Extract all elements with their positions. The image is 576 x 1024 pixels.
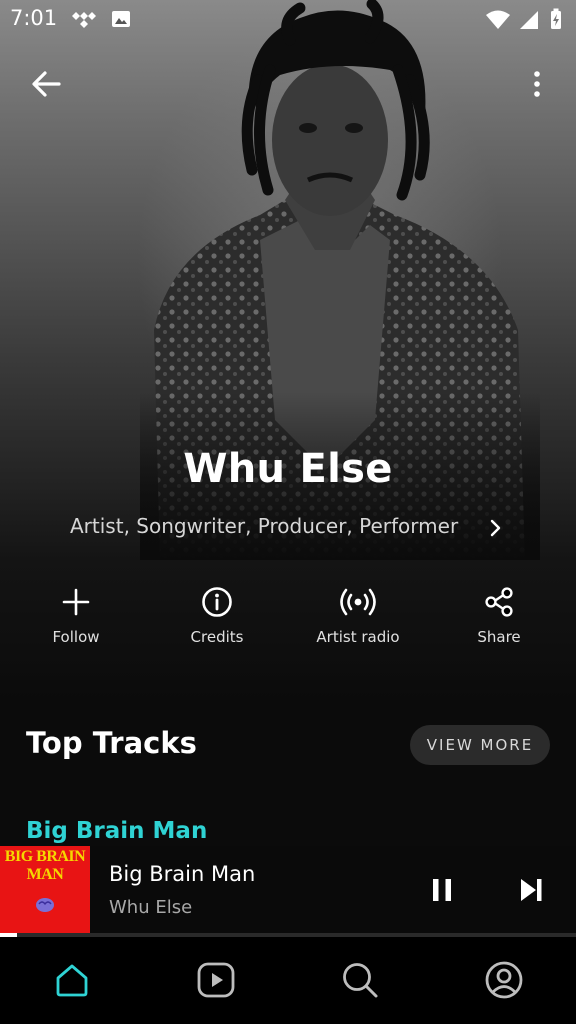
artist-roles-link[interactable]: Artist, Songwriter, Producer, Performer xyxy=(70,514,510,544)
follow-label: Follow xyxy=(52,628,100,646)
now-playing-title: Big Brain Man xyxy=(109,862,256,886)
nav-videos[interactable] xyxy=(191,957,241,1003)
skip-next-icon xyxy=(521,879,542,901)
share-button[interactable]: Share xyxy=(439,584,559,654)
more-options-button[interactable] xyxy=(520,64,554,104)
videos-icon xyxy=(197,962,235,998)
profile-icon xyxy=(485,961,523,999)
pause-icon xyxy=(433,879,451,901)
chevron-right-icon xyxy=(490,519,501,537)
radio-icon xyxy=(340,588,376,616)
status-bar: 7:01 xyxy=(0,0,576,40)
status-left-icons xyxy=(72,10,131,32)
nav-home[interactable] xyxy=(47,957,97,1003)
pause-button[interactable] xyxy=(426,874,458,906)
search-icon xyxy=(343,963,378,998)
status-time: 7:01 xyxy=(10,6,58,30)
follow-button[interactable]: Follow xyxy=(16,584,136,654)
brain-icon xyxy=(36,898,54,912)
credits-label: Credits xyxy=(190,628,244,646)
more-vertical-icon xyxy=(534,71,540,97)
album-art-text: BIG BRAIN MAN xyxy=(4,848,86,883)
share-icon xyxy=(485,587,513,617)
artist-radio-button[interactable]: Artist radio xyxy=(298,584,418,654)
credits-button[interactable]: Credits xyxy=(157,584,277,654)
artist-actions: Follow Credits Artist radio Share xyxy=(0,584,576,654)
battery-charging-icon xyxy=(551,8,561,29)
bottom-navigation xyxy=(0,937,576,1024)
status-right-icons xyxy=(485,8,562,34)
wifi-icon xyxy=(485,10,510,29)
home-icon xyxy=(56,964,88,997)
album-art: BIG BRAIN MAN xyxy=(0,846,90,934)
track-title[interactable]: Big Brain Man xyxy=(26,818,207,844)
artist-roles: Artist, Songwriter, Producer, Performer xyxy=(70,514,459,538)
top-tracks-heading: Top Tracks xyxy=(26,726,197,760)
signal-icon xyxy=(519,11,538,29)
image-icon xyxy=(112,11,131,27)
arrow-left-icon xyxy=(32,71,61,97)
tidal-icon xyxy=(72,12,96,28)
view-more-button[interactable]: VIEW MORE xyxy=(410,725,550,765)
artist-radio-label: Artist radio xyxy=(316,628,400,646)
mini-player[interactable]: BIG BRAIN MAN Big Brain Man Whu Else xyxy=(0,846,576,934)
nav-search[interactable] xyxy=(335,957,385,1003)
artist-name: Whu Else xyxy=(183,446,393,492)
next-track-button[interactable] xyxy=(514,874,548,906)
plus-icon xyxy=(62,588,90,616)
nav-profile[interactable] xyxy=(479,957,529,1003)
info-icon xyxy=(202,587,232,617)
back-button[interactable] xyxy=(26,64,66,104)
now-playing-artist: Whu Else xyxy=(109,897,193,918)
share-label: Share xyxy=(477,628,521,646)
